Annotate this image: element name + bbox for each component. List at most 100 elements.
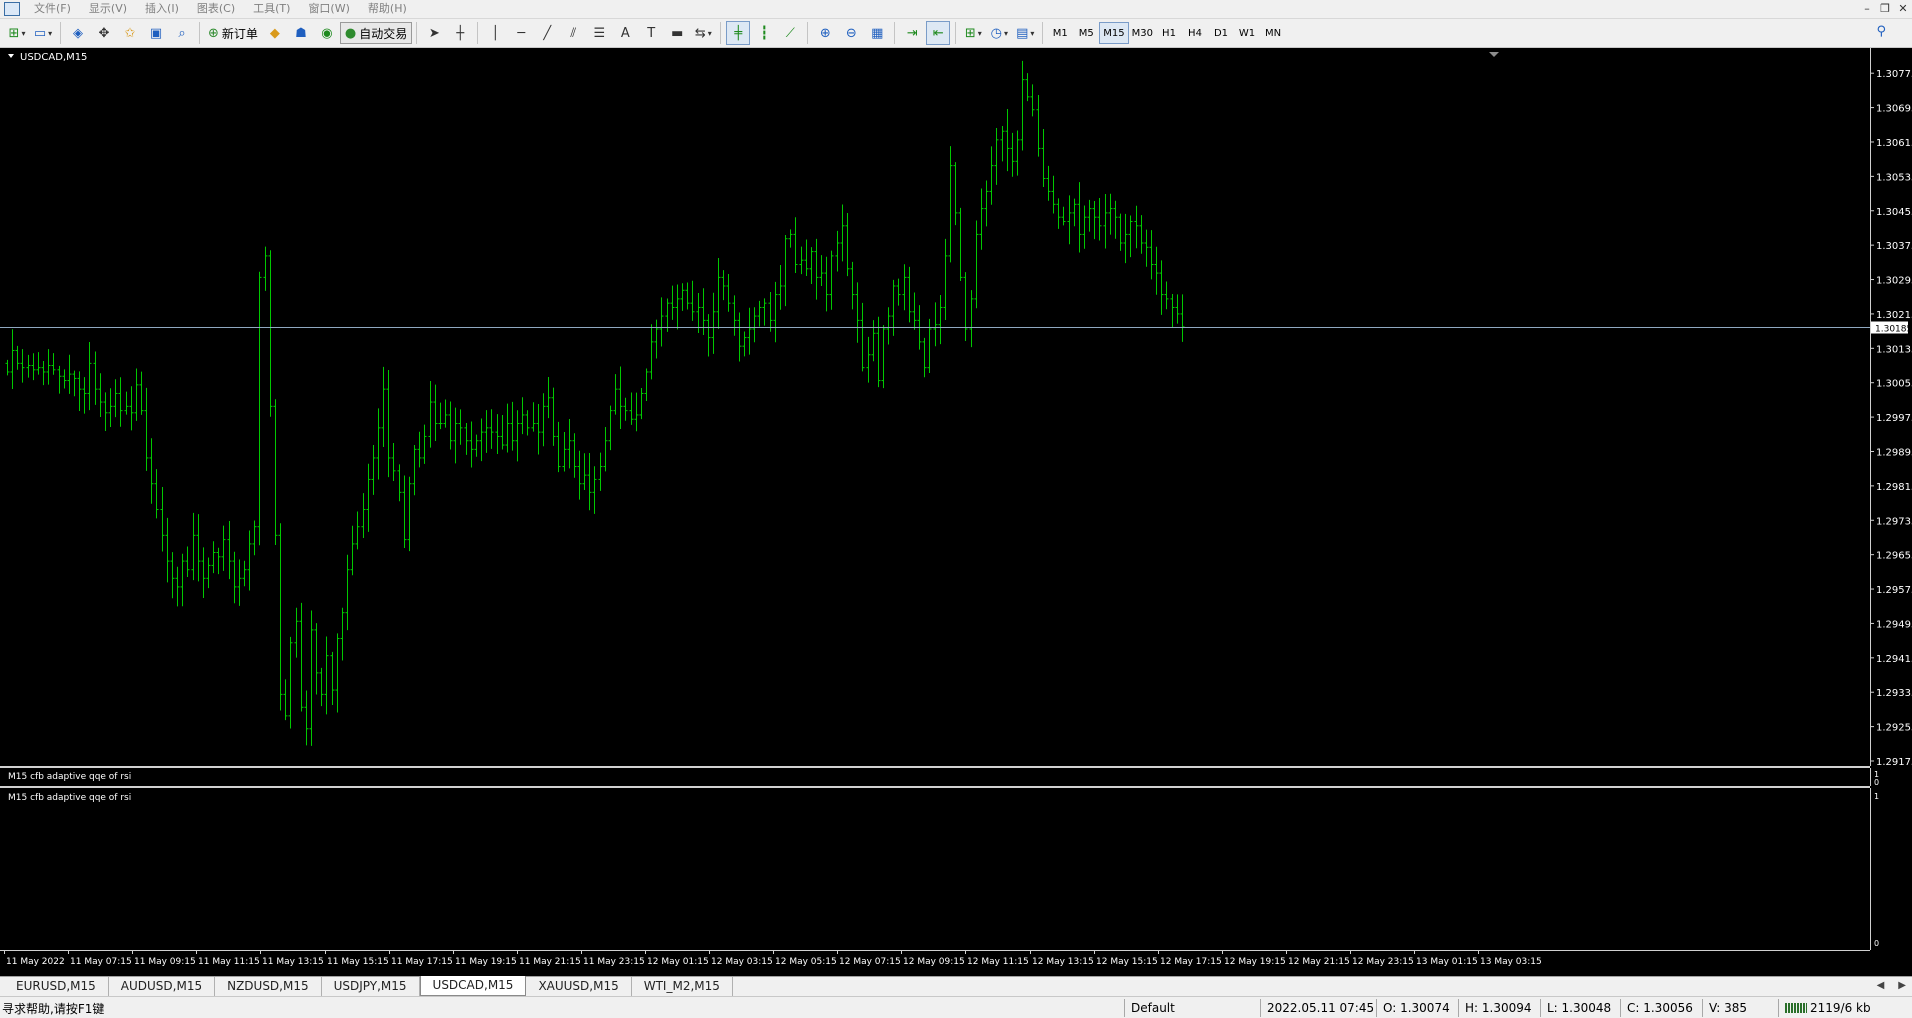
restore-icon[interactable]: ❐: [1876, 0, 1894, 18]
chart-tab-eurusd-m15[interactable]: EURUSD,M15: [4, 977, 109, 996]
status-low: L: 1.30048: [1540, 999, 1620, 1017]
chart-tab-bar: EURUSD,M15 AUDUSD,M15 NZDUSD,M15 USDJPY,M15…: [0, 976, 1912, 996]
timeframe-h4[interactable]: H4: [1182, 22, 1208, 44]
fibonacci-icon[interactable]: ☰: [587, 21, 611, 45]
timeframe-w1[interactable]: W1: [1234, 22, 1260, 44]
bar-chart-icon[interactable]: ╪: [726, 21, 751, 45]
menu-view[interactable]: 显示(V): [81, 0, 137, 18]
menu-bar: 文件(F) 显示(V) 插入(I) 图表(C) 工具(T) 窗口(W) 帮助(H…: [0, 0, 1912, 18]
trendline-icon[interactable]: ╱: [535, 21, 559, 45]
indicator-2-scale-bottom: 0: [1874, 939, 1879, 948]
indicator-window-1[interactable]: M15 cfb adaptive qqe of rsi 10: [0, 768, 1912, 786]
auto-trading-button[interactable]: ● 自动交易: [339, 22, 413, 44]
zoom-in-icon[interactable]: ⊕: [813, 21, 837, 45]
scroll-right-icon[interactable]: ▶: [1898, 980, 1906, 991]
price-tick-label: 1.29575: [1876, 585, 1912, 596]
close-icon[interactable]: ✕: [1894, 0, 1912, 18]
price-tick-label: 1.29335: [1876, 688, 1912, 699]
chart-tab-nzdusd-m15[interactable]: NZDUSD,M15: [215, 977, 322, 996]
auto-scroll-icon[interactable]: ⇥: [900, 21, 924, 45]
status-volume: V: 385: [1702, 999, 1778, 1017]
indicator-1-background: [0, 768, 1912, 786]
menu-tools[interactable]: 工具(T): [245, 0, 300, 18]
channel-icon[interactable]: ⫽: [561, 21, 585, 45]
market-watch-icon[interactable]: ◈: [66, 21, 90, 45]
chart-tab-usdjpy-m15[interactable]: USDJPY,M15: [322, 977, 420, 996]
time-tick-label: 12 May 13:15: [1032, 957, 1094, 967]
periods-icon[interactable]: ◷: [987, 21, 1011, 45]
zoom-out-icon[interactable]: ⊖: [839, 21, 863, 45]
menu-window[interactable]: 窗口(W): [300, 0, 359, 18]
timeframe-group: M1 M5 M15 M30 H1 H4 D1 W1 MN: [1047, 22, 1286, 44]
current-price-label: 1.30185: [1875, 325, 1912, 335]
main-toolbar: ⊞ ▭ ◈ ✥ ✩ ▣ ⌕ ⊕新订单 ◆ ☗ ◉ ●自动交易 ➤ ┼ │ ─ ╱…: [0, 18, 1912, 48]
crosshair-icon[interactable]: ┼: [448, 21, 472, 45]
price-tick-label: 1.29255: [1876, 723, 1912, 734]
indicator-2-background: [0, 788, 1912, 950]
time-tick-label: 11 May 21:15: [519, 957, 581, 967]
timeframe-mn[interactable]: MN: [1260, 22, 1286, 44]
price-tick-label: 1.29815: [1876, 482, 1912, 493]
price-tick-label: 1.30695: [1876, 104, 1912, 115]
arrows-icon[interactable]: ▬: [665, 21, 689, 45]
time-tick-label: 12 May 01:15: [647, 957, 709, 967]
menu-charts[interactable]: 图表(C): [189, 0, 245, 18]
timeframe-h1[interactable]: H1: [1156, 22, 1182, 44]
price-tick-label: 1.30215: [1876, 310, 1912, 321]
navigator-icon[interactable]: ✩: [118, 21, 142, 45]
time-tick-label: 12 May 03:15: [711, 957, 773, 967]
auto-trading-label: 自动交易: [359, 26, 408, 41]
new-order-button[interactable]: ⊕ 新订单: [204, 22, 262, 44]
scroll-left-icon[interactable]: ◀: [1877, 980, 1885, 991]
terminal-icon[interactable]: ▣: [144, 21, 168, 45]
price-tick-label: 1.30615: [1876, 138, 1912, 149]
app-logo-icon: [4, 2, 20, 16]
price-tick-label: 1.30295: [1876, 276, 1912, 287]
chart-tab-xauusd-m15[interactable]: XAUUSD,M15: [526, 977, 632, 996]
horizontal-line-icon[interactable]: ─: [509, 21, 533, 45]
chart-tab-usdcad-m15[interactable]: USDCAD,M15: [419, 976, 527, 996]
chart-tab-wti-m2-m15[interactable]: WTI_M2,M15: [632, 977, 733, 996]
status-profile: Default: [1124, 999, 1260, 1017]
timeframe-m1[interactable]: M1: [1047, 22, 1073, 44]
toolbar-separator: [60, 22, 61, 44]
indicators-icon[interactable]: ⊞: [961, 21, 985, 45]
price-tick-label: 1.30055: [1876, 379, 1912, 390]
meta-editor-icon[interactable]: ◆: [263, 21, 287, 45]
status-traffic[interactable]: 2119/6 kb: [1778, 999, 1904, 1017]
shapes-icon[interactable]: ⇆: [691, 21, 715, 45]
window-controls: – ❐ ✕: [1858, 0, 1912, 18]
toolbar-separator: [807, 22, 809, 44]
market-icon[interactable]: ◉: [315, 21, 339, 45]
candlestick-icon[interactable]: ┇: [752, 21, 776, 45]
menu-help[interactable]: 帮助(H): [360, 0, 417, 18]
vertical-line-icon[interactable]: │: [483, 21, 507, 45]
timeframe-m30[interactable]: M30: [1129, 22, 1156, 44]
chart-tab-audusd-m15[interactable]: AUDUSD,M15: [109, 977, 216, 996]
tile-windows-icon[interactable]: ▦: [865, 21, 889, 45]
time-tick-label: 12 May 19:15: [1224, 957, 1286, 967]
timeframe-m15[interactable]: M15: [1099, 22, 1129, 44]
search-icon[interactable]: ⚲: [1876, 24, 1886, 39]
text-label-icon[interactable]: T: [639, 21, 663, 45]
minimize-icon[interactable]: –: [1858, 0, 1876, 18]
menu-insert[interactable]: 插入(I): [137, 0, 189, 18]
indicator-window-2[interactable]: M15 cfb adaptive qqe of rsi 1 0: [0, 788, 1912, 950]
data-window-icon[interactable]: ✥: [92, 21, 116, 45]
profiles-icon[interactable]: ▭: [31, 21, 55, 45]
strategy-tester-icon[interactable]: ⌕: [170, 21, 194, 45]
signals-icon[interactable]: ☗: [289, 21, 313, 45]
timeframe-m5[interactable]: M5: [1073, 22, 1099, 44]
text-icon[interactable]: A: [613, 21, 637, 45]
cursor-icon[interactable]: ➤: [422, 21, 446, 45]
price-chart[interactable]: USDCAD,M15 1.30775 1.30695 1.30615 1.30535 1.…: [0, 48, 1912, 766]
menu-file[interactable]: 文件(F): [26, 0, 81, 18]
timeframe-d1[interactable]: D1: [1208, 22, 1234, 44]
chart-shift-icon[interactable]: ⇤: [926, 21, 951, 45]
new-order-icon: ⊕: [208, 25, 219, 41]
status-traffic-text: 2119/6 kb: [1810, 1001, 1871, 1015]
line-chart-icon[interactable]: ⟋: [778, 21, 802, 45]
templates-icon[interactable]: ▤: [1013, 21, 1037, 45]
new-chart-icon[interactable]: ⊞: [5, 21, 29, 45]
price-tick-label: 1.29975: [1876, 413, 1912, 424]
